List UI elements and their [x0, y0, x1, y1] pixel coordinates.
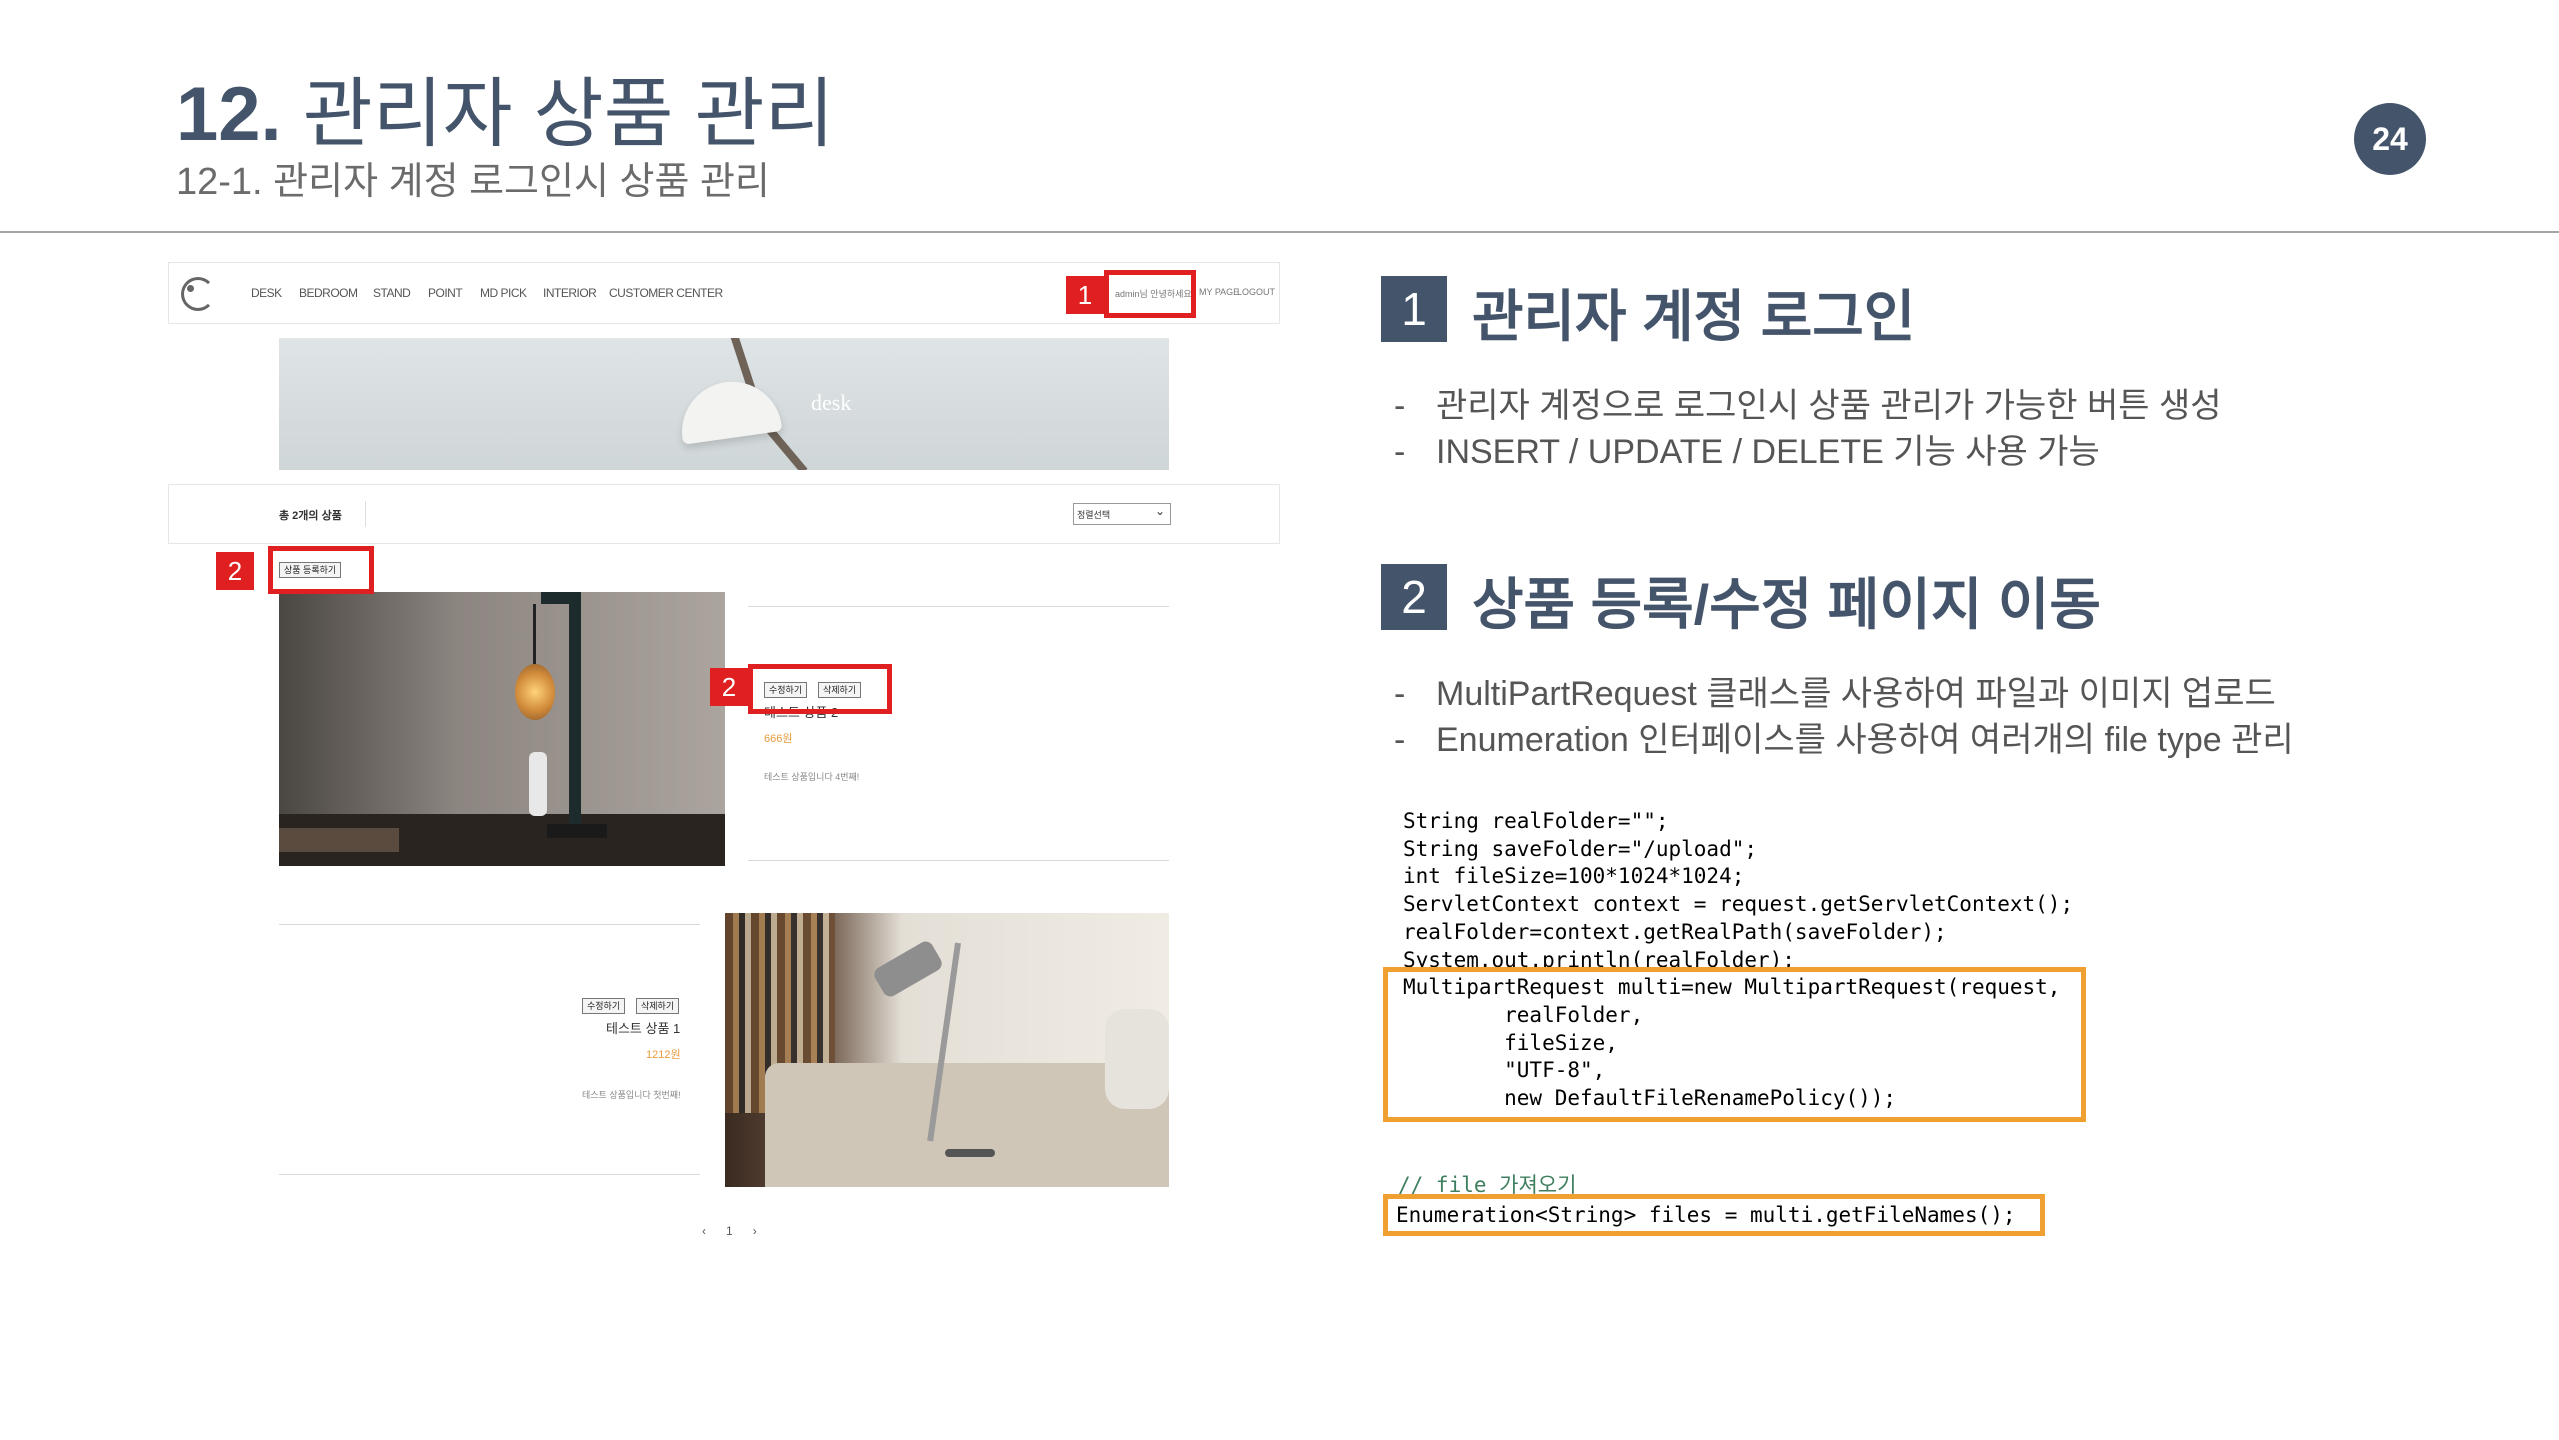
desk-lamp-foot-shape: [945, 1149, 995, 1157]
product-2-name[interactable]: 테스트 상품 1: [606, 1018, 680, 1037]
lamp-pole-shape: [569, 592, 581, 832]
lamp-cord-shape: [533, 604, 536, 666]
section-2-title: 상품 등록/수정 페이지 이동: [1472, 573, 2101, 636]
section-2-bullet-2-text: Enumeration 인터페이스를 사용하여 여러개의 file type 관…: [1436, 721, 2294, 759]
annotation-box-login: [1104, 270, 1196, 318]
slide-title: 12. 관리자 상품 관리: [176, 52, 834, 162]
pager-prev-icon[interactable]: ‹: [702, 1224, 706, 1238]
annotation-marker-1: 1: [1066, 276, 1104, 314]
nav-item-interior[interactable]: INTERIOR: [543, 286, 597, 300]
product-2-delete-button[interactable]: 삭제하기: [636, 998, 680, 1014]
section-2-number-badge: 2: [1381, 564, 1447, 630]
header-divider: [0, 231, 2559, 233]
cushion-shape: [1105, 1009, 1169, 1109]
product-image-lamp[interactable]: [279, 592, 725, 866]
slide-subtitle: 12-1. 관리자 계정 로그인시 상품 관리: [176, 161, 770, 203]
product-divider: [748, 860, 1169, 861]
nav-item-bedroom[interactable]: BEDROOM: [299, 286, 358, 300]
pager-page-1[interactable]: 1: [726, 1224, 733, 1238]
desk-hero-banner: desk: [279, 338, 1169, 470]
nav-item-customer-center[interactable]: CUSTOMER CENTER: [609, 286, 723, 300]
sort-select[interactable]: 정렬선택: [1073, 503, 1171, 525]
product-divider: [279, 924, 700, 925]
pager-next-icon[interactable]: ›: [753, 1224, 757, 1238]
nav-mypage-link[interactable]: MY PAGE: [1199, 287, 1239, 297]
annotation-box-edit-delete: [748, 664, 892, 714]
code-line: realFolder=context.getRealPath(saveFolde…: [1403, 919, 1947, 944]
product-1-desc: 테스트 상품입니다 4번째!: [764, 772, 860, 782]
code-line: int fileSize=100*1024*1024;: [1403, 864, 1745, 889]
code-line: String saveFolder="/upload";: [1403, 836, 1758, 861]
admin-page-screenshot: DESK BEDROOM STAND POINT MD PICK INTERIO…: [168, 262, 1280, 1262]
count-divider: [365, 501, 366, 527]
product-count: 총 2개의 상품: [279, 510, 342, 522]
page-number-badge: 24: [2354, 103, 2426, 175]
section-2-bullet-1: - MultiPartRequest 클래스를 사용하여 파일과 이미지 업로드: [1394, 675, 2276, 713]
product-2-price: 1212원: [646, 1049, 681, 1061]
figure-shape: [529, 752, 547, 816]
nav-item-point[interactable]: POINT: [428, 286, 463, 300]
site-logo-icon[interactable]: [181, 277, 215, 311]
highlight-box-multipart: [1383, 967, 2086, 1122]
highlight-box-enumeration: [1383, 1194, 2045, 1236]
annotation-marker-2b: 2: [710, 668, 748, 706]
nav-item-desk[interactable]: DESK: [251, 286, 282, 300]
pagination: ‹ 1 ›: [692, 1224, 767, 1238]
product-divider: [748, 606, 1169, 607]
product-image-desk-lamp[interactable]: [725, 913, 1169, 1187]
code-line: String realFolder="";: [1403, 809, 1669, 833]
section-1-number-badge: 1: [1381, 276, 1447, 342]
lamp-bulb-shape: [515, 664, 555, 720]
books-shape: [279, 828, 399, 852]
annotation-box-register: [268, 546, 374, 594]
slide-number-label: 12.: [176, 72, 282, 157]
section-1-title: 관리자 계정 로그인: [1472, 285, 1916, 348]
section-1-bullet-1-text: 관리자 계정으로 로그인시 상품 관리가 가능한 버튼 생성: [1436, 387, 2222, 425]
desk-lamp-head-shape: [871, 938, 945, 1000]
section-2-bullet-2: - Enumeration 인터페이스를 사용하여 여러개의 file type …: [1394, 721, 2294, 759]
nav-item-stand[interactable]: STAND: [373, 286, 411, 300]
nav-item-mdpick[interactable]: MD PICK: [480, 286, 527, 300]
product-2-desc: 테스트 상품입니다 첫번째!: [582, 1090, 681, 1100]
section-1-bullet-2-text: INSERT / UPDATE / DELETE 기능 사용 가능: [1436, 433, 2100, 471]
hero-label: desk: [811, 390, 852, 415]
section-1-bullet-2: - INSERT / UPDATE / DELETE 기능 사용 가능: [1394, 433, 2100, 471]
nav-logout-link[interactable]: LOGOUT: [1237, 287, 1275, 297]
product-2-edit-button[interactable]: 수정하기: [582, 998, 626, 1014]
section-1-bullet-1: - 관리자 계정으로 로그인시 상품 관리가 가능한 버튼 생성: [1394, 387, 2222, 425]
section-2-bullet-1-text: MultiPartRequest 클래스를 사용하여 파일과 이미지 업로드: [1436, 675, 2276, 713]
code-line: ServletContext context = request.getServ…: [1403, 892, 2074, 917]
lamp-base-shape: [547, 824, 607, 838]
hero-lamp-shade: [675, 375, 783, 445]
product-divider: [279, 1174, 700, 1175]
annotation-marker-2a: 2: [216, 552, 254, 590]
slide-title-text: 관리자 상품 관리: [302, 72, 835, 157]
product-count-bar: 총 2개의 상품 정렬선택: [168, 484, 1280, 544]
product-1-price: 666원: [764, 733, 793, 745]
